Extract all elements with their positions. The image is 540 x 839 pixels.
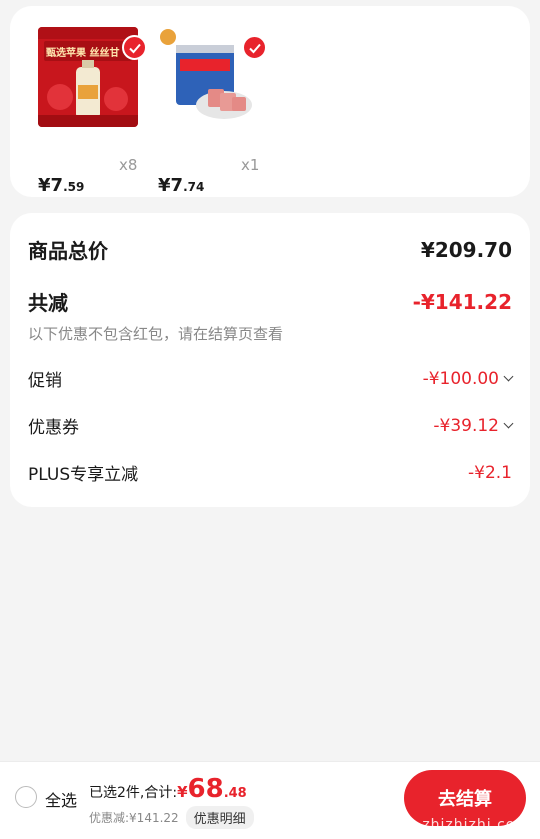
saved-amount-text: 优惠减:¥141.22 [89,811,179,825]
total-reduce-label: 共减 [28,291,68,315]
price-summary-card: 商品总价 ¥209.70 共减 -¥141.22 以下优惠不包含红包，请在结算页… [10,213,530,507]
product-price: ¥ 7 .74 [158,175,204,196]
product-quantity: x8 [119,156,138,174]
promotion-label: 促销 [28,371,62,391]
chevron-down-icon[interactable] [503,371,514,382]
plus-discount-label: PLUS专享立减 [28,465,139,485]
apple-juice-image-caption: 甄选苹果 丝丝甘 [46,48,120,59]
watermark: zhizhizhi.com [422,817,530,833]
coupon-label: 优惠券 [28,418,79,438]
selected-check-icon[interactable] [122,35,147,60]
select-all-radio[interactable] [15,786,37,808]
product-quantity: x1 [241,156,260,174]
product-price: ¥ 7 .59 [38,175,84,196]
chevron-down-icon[interactable] [503,418,514,429]
total-integer: 68 [187,774,224,804]
plus-discount-row: PLUS专享立减 -¥2.1 [28,460,512,486]
selected-check-icon[interactable] [242,35,267,60]
total-price-label: 商品总价 [28,239,108,263]
discount-detail-button[interactable]: 优惠明细 [185,806,254,829]
discount-note: 以下优惠不包含红包，请在结算页查看 [28,325,284,343]
checkout-bar: 全选 已选2件,合计: ¥ 68 .48 优惠减:¥141.22 优惠明细 去结… [0,761,540,839]
coupon-value-wrap[interactable]: -¥39.12 [433,415,514,436]
total-price-value: ¥209.70 [420,237,512,262]
coupon-value: -¥39.12 [433,415,499,436]
selected-products-card: 甄选苹果 丝丝甘 ¥ 7 .59 x8 ¥ 7 .74 x1 [10,6,530,197]
saved-amount-line: 优惠减:¥141.22 优惠明细 [89,806,254,829]
price-integer: 7 [170,175,184,196]
price-decimal: .74 [183,180,205,194]
promotion-value-wrap[interactable]: -¥100.00 [422,368,514,389]
selected-count-text: 已选2件,合计: [89,785,178,801]
price-symbol: ¥ [158,175,171,196]
total-reduce-value: -¥141.22 [412,289,512,314]
total-price-row: 商品总价 ¥209.70 [28,235,512,264]
coupon-row[interactable]: 优惠券 -¥39.12 [28,413,514,438]
total-symbol: ¥ [177,783,188,801]
plus-discount-value: -¥2.1 [468,462,512,483]
promotion-row[interactable]: 促销 -¥100.00 [28,366,514,391]
price-decimal: .59 [63,180,85,194]
total-reduce-row: 共减 -¥141.22 [28,287,512,316]
price-symbol: ¥ [38,175,51,196]
select-all-label[interactable]: 全选 [45,787,77,811]
promotion-value: -¥100.00 [422,368,499,389]
price-integer: 7 [50,175,64,196]
total-decimal: .48 [223,786,247,801]
selected-total: 已选2件,合计: ¥ 68 .48 [89,774,247,804]
